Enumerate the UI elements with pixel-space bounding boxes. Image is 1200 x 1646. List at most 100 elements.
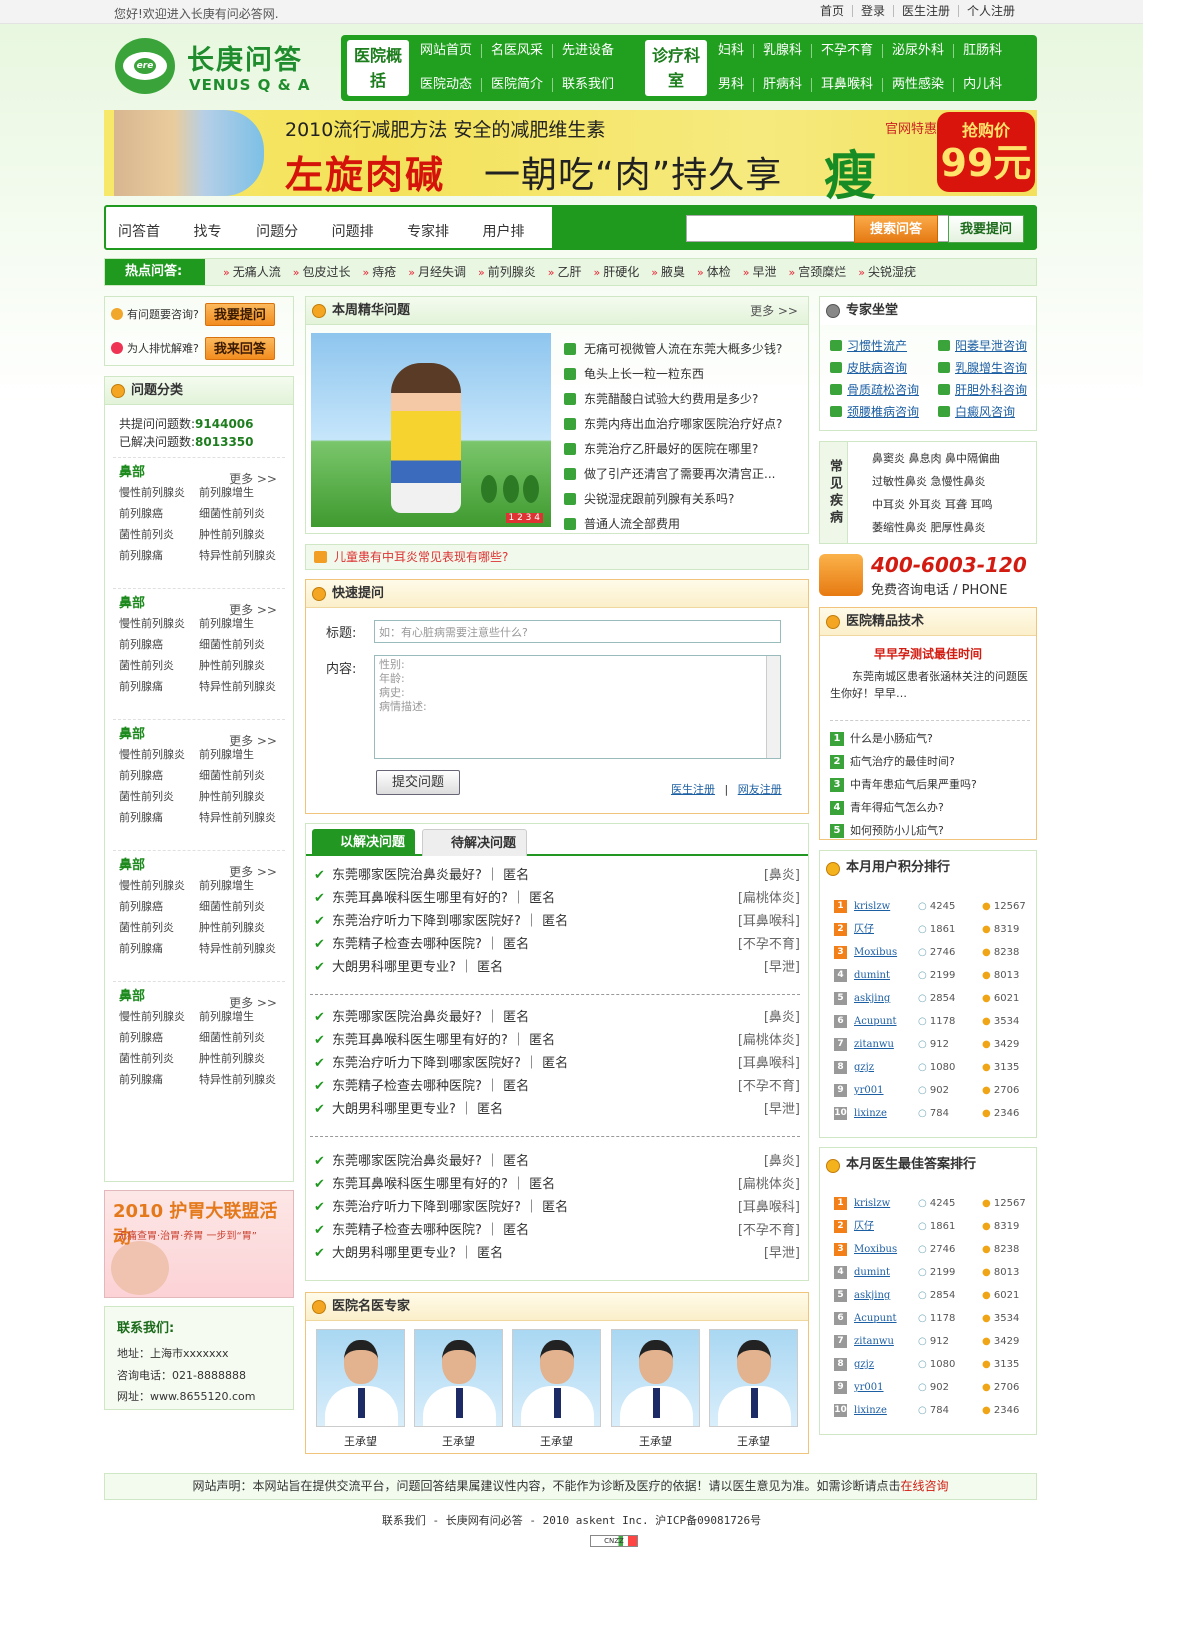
hot-item[interactable]: 月经失调	[408, 259, 466, 286]
rank-user-link[interactable]: 仄仔	[854, 1215, 874, 1238]
weekly-item[interactable]: 东莞醋酸白试验大约费用是多少?	[564, 387, 782, 412]
top-link-login[interactable]: 登录	[851, 5, 893, 17]
disease-line[interactable]: 鼻窦炎 鼻息肉 鼻中隔偏曲	[872, 450, 1000, 466]
doctor-card[interactable]: 王承望	[414, 1329, 503, 1449]
friend-register-link[interactable]: 网友注册	[738, 783, 782, 796]
category-item[interactable]: 细菌性前列炎	[199, 1029, 289, 1045]
phone-number[interactable]: 400-6003-120	[871, 553, 1027, 577]
category-item[interactable]: 特异性前列腺炎	[199, 1071, 289, 1087]
rank-user-link[interactable]: Moxibus	[854, 1238, 897, 1261]
rank-user-link[interactable]: dumint	[854, 964, 890, 987]
nav-link[interactable]: 男科	[709, 78, 753, 92]
category-item[interactable]: 细菌性前列炎	[199, 898, 289, 914]
tech-item[interactable]: 5 如何预防小儿疝气?	[830, 819, 1030, 842]
category-item[interactable]: 菌性前列炎	[119, 526, 199, 542]
qa-tab[interactable]: 找专家	[181, 210, 244, 284]
answer-row[interactable]: 东莞精子检查去哪种医院? ｜ 匿名[不孕不育]	[312, 933, 800, 956]
category-item[interactable]: 慢性前列腺炎	[119, 1008, 199, 1024]
rank-user-link[interactable]: 仄仔	[854, 918, 874, 941]
answer-row[interactable]: 大朗男科哪里更专业? ｜ 匿名[早泄]	[312, 1242, 800, 1265]
category-item[interactable]: 肿性前列腺炎	[199, 526, 289, 542]
expert-link[interactable]: 骨质疏松咨询	[830, 381, 938, 398]
question-title-input[interactable]: 如：有心脏病需要注意些什么?	[374, 620, 781, 643]
tech-headline[interactable]: 早早孕测试最佳时间	[820, 645, 1036, 662]
category-item[interactable]: 前列腺癌	[119, 505, 199, 521]
doctor-card[interactable]: 王承望	[316, 1329, 405, 1449]
category-item[interactable]: 特异性前列腺炎	[199, 547, 289, 563]
answer-row[interactable]: 东莞耳鼻喉科医生哪里有好的? ｜ 匿名[扁桃体炎]	[312, 1029, 800, 1052]
category-item[interactable]: 慢性前列腺炎	[119, 746, 199, 762]
rank-user-link[interactable]: Acupunt	[854, 1307, 897, 1330]
notice-text[interactable]: 儿童患有中耳炎常见表现有哪些?	[334, 550, 508, 564]
nav-link[interactable]: 名医风采	[481, 44, 552, 58]
rank-user-link[interactable]: lixinze	[854, 1399, 887, 1422]
category-item[interactable]: 前列腺癌	[119, 767, 199, 783]
category-item[interactable]: 前列腺癌	[119, 898, 199, 914]
tech-item[interactable]: 1 什么是小肠疝气?	[830, 727, 1030, 750]
category-item[interactable]: 细菌性前列炎	[199, 767, 289, 783]
ask-button[interactable]: 我要提问	[204, 302, 275, 326]
textarea-scrollbar[interactable]	[766, 656, 780, 758]
category-item[interactable]: 肿性前列腺炎	[199, 657, 289, 673]
tech-item[interactable]: 4 青年得疝气怎么办?	[830, 796, 1030, 819]
more-link[interactable]: 更多 >>	[229, 726, 277, 756]
category-item[interactable]: 前列腺痛	[119, 940, 199, 956]
weekly-item[interactable]: 东莞治疗乙肝最好的医院在哪里?	[564, 437, 782, 462]
category-item[interactable]: 前列腺痛	[119, 1071, 199, 1087]
expert-link[interactable]: 肝胆外科咨询	[938, 381, 1046, 398]
category-item[interactable]: 肿性前列腺炎	[199, 1050, 289, 1066]
rank-user-link[interactable]: yr001	[854, 1376, 884, 1399]
nav-link[interactable]: 网站首页	[411, 44, 481, 58]
nav-link[interactable]: 不孕不育	[811, 44, 882, 58]
online-consult-link[interactable]: 在线咨询	[901, 1479, 949, 1493]
weekly-item[interactable]: 龟头上长一粒一粒东西	[564, 362, 782, 387]
submit-question-button[interactable]: 提交问题	[376, 770, 460, 795]
tech-item[interactable]: 3 中青年患疝气后果严重吗?	[830, 773, 1030, 796]
tab-solved[interactable]: 以解决问题	[312, 829, 416, 856]
weekly-item[interactable]: 无痛可视微管人流在东莞大概多少钱?	[564, 337, 782, 362]
more-link[interactable]: 更多 >>	[229, 464, 277, 494]
category-item[interactable]: 慢性前列腺炎	[119, 484, 199, 500]
hot-item[interactable]: 早泄	[743, 259, 776, 286]
answer-row[interactable]: 东莞治疗听力下降到哪家医院好? ｜ 匿名[耳鼻喉科]	[312, 910, 800, 933]
hot-item[interactable]: 前列腺炎	[478, 259, 536, 286]
top-link-doctor-register[interactable]: 医生注册	[892, 5, 958, 17]
cnzz-badge[interactable]: CNZZ	[590, 1535, 638, 1547]
expert-link[interactable]: 皮肤病咨询	[830, 359, 938, 376]
nav-link[interactable]: 肝病科	[753, 78, 811, 92]
hot-item[interactable]: 无痛人流	[223, 259, 281, 286]
hot-item[interactable]: 体检	[697, 259, 731, 286]
nav-link[interactable]: 医院动态	[411, 78, 481, 92]
hot-item[interactable]: 宫颈糜烂	[789, 259, 846, 286]
category-item[interactable]: 前列腺痛	[119, 547, 199, 563]
more-link[interactable]: 更多 >>	[229, 595, 277, 625]
hot-item[interactable]: 尖锐湿疣	[858, 259, 916, 286]
promo-banner[interactable]: 2010流行减肥方法 安全的减肥维生素 左旋肉碱 一朝吃“肉”持久享 瘦 官网特…	[104, 110, 1037, 207]
doctor-card[interactable]: 王承望	[611, 1329, 700, 1449]
answer-row[interactable]: 东莞治疗听力下降到哪家医院好? ｜ 匿名[耳鼻喉科]	[312, 1196, 800, 1219]
qa-tab[interactable]: 问题排行	[320, 210, 395, 284]
expert-link[interactable]: 颈腰椎病咨询	[830, 403, 938, 420]
ask-question-button[interactable]: 我要提问	[948, 215, 1024, 243]
expert-link[interactable]: 乳腺增生咨询	[938, 359, 1046, 376]
notice-bar[interactable]: 儿童患有中耳炎常见表现有哪些?	[305, 544, 809, 570]
nav-link[interactable]: 两性感染	[882, 78, 953, 92]
answer-button[interactable]: 我来回答	[204, 336, 275, 360]
rank-user-link[interactable]: yr001	[854, 1079, 884, 1102]
category-item[interactable]: 前列腺痛	[119, 678, 199, 694]
question-content-textarea[interactable]: 性别: 年龄: 病史: 病情描述:	[374, 655, 781, 759]
answer-row[interactable]: 东莞耳鼻喉科医生哪里有好的? ｜ 匿名[扁桃体炎]	[312, 1173, 800, 1196]
rank-user-link[interactable]: Moxibus	[854, 941, 897, 964]
answer-row[interactable]: 东莞精子检查去哪种医院? ｜ 匿名[不孕不育]	[312, 1219, 800, 1242]
stomach-campaign-ad[interactable]: 2010 护胃大联盟活动 无痛查胃·治胃·养胃 一步到“胃”	[104, 1190, 294, 1298]
category-item[interactable]: 前列腺痛	[119, 809, 199, 825]
answer-row[interactable]: 东莞哪家医院治鼻炎最好? ｜ 匿名[鼻炎]	[312, 1006, 800, 1029]
category-item[interactable]: 菌性前列炎	[119, 788, 199, 804]
nav-link[interactable]: 医院简介	[481, 78, 552, 92]
doctor-register-link[interactable]: 医生注册	[671, 783, 715, 796]
answer-row[interactable]: 大朗男科哪里更专业? ｜ 匿名[早泄]	[312, 1098, 800, 1121]
rank-user-link[interactable]: krislzw	[854, 1192, 890, 1215]
top-link-home[interactable]: 首页	[812, 5, 852, 17]
answer-row[interactable]: 东莞耳鼻喉科医生哪里有好的? ｜ 匿名[扁桃体炎]	[312, 887, 800, 910]
rank-user-link[interactable]: askjing	[854, 987, 890, 1010]
